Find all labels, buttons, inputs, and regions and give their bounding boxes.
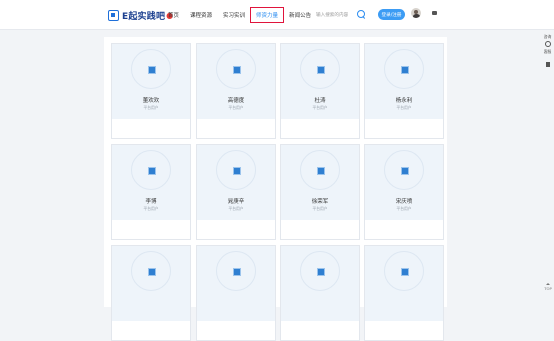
teacher-photo-frame xyxy=(300,251,340,291)
teacher-name: 晁庚辛 xyxy=(227,199,245,205)
image-placeholder-icon xyxy=(401,167,409,175)
nav-courses[interactable]: 课程资源 xyxy=(190,11,212,19)
image-placeholder-icon xyxy=(148,167,156,175)
teacher-card[interactable]: 董欢欢 平台用户 xyxy=(111,43,191,139)
image-placeholder-icon xyxy=(401,66,409,74)
teacher-photo-frame xyxy=(300,49,340,89)
image-placeholder-icon xyxy=(148,268,156,276)
teacher-photo-frame xyxy=(384,251,424,291)
teacher-grid-panel: 董欢欢 平台用户 高德度 平台用户 杜涛 平台用户 杨永利 平台用户 李博 平台… xyxy=(104,37,447,341)
nav-internship[interactable]: 实习实训 xyxy=(223,11,245,19)
teacher-card[interactable]: 宋庆喷 平台用户 xyxy=(364,144,444,240)
image-placeholder-icon xyxy=(317,268,325,276)
teacher-role: 平台用户 xyxy=(143,206,159,211)
main-nav: 首页 课程资源 实习实训 师资力量 新闻公告 xyxy=(168,0,322,29)
card-header: 董欢欢 平台用户 xyxy=(112,44,190,119)
card-header xyxy=(365,246,443,321)
nav-home[interactable]: 首页 xyxy=(168,11,179,19)
nav-teachers[interactable]: 师资力量 xyxy=(250,6,285,23)
teacher-role: 平台用户 xyxy=(228,105,244,110)
teacher-role: 平台用户 xyxy=(396,206,412,211)
logo-mark-icon xyxy=(108,9,119,21)
card-header: 高德度 平台用户 xyxy=(197,44,275,119)
card-header xyxy=(197,246,275,321)
teacher-photo-frame xyxy=(131,251,171,291)
teacher-card[interactable] xyxy=(364,245,444,341)
teacher-card[interactable] xyxy=(111,245,191,341)
teacher-card[interactable]: 杨永利 平台用户 xyxy=(364,43,444,139)
teacher-name: 高德度 xyxy=(227,98,245,104)
sidebar-service[interactable]: 客服 xyxy=(544,49,552,54)
card-header: 晁庚辛 平台用户 xyxy=(197,145,275,220)
bag-icon[interactable] xyxy=(432,11,437,15)
floating-sidebar: 咨询 客服 xyxy=(541,34,554,67)
teacher-photo-frame xyxy=(216,150,256,190)
login-register-button[interactable]: 登录/注册 xyxy=(378,9,405,20)
card-header: 杜涛 平台用户 xyxy=(281,44,359,119)
teacher-name: 董欢欢 xyxy=(142,98,160,104)
teacher-photo-frame xyxy=(216,49,256,89)
teacher-role: 平台用户 xyxy=(312,206,328,211)
nav-news[interactable]: 新闻公告 xyxy=(289,11,311,19)
avatar[interactable] xyxy=(411,8,421,18)
teacher-card[interactable]: 杜涛 平台用户 xyxy=(280,43,360,139)
search-icon[interactable] xyxy=(357,10,365,18)
image-placeholder-icon xyxy=(148,66,156,74)
image-placeholder-icon xyxy=(401,268,409,276)
teacher-name: 徐荣军 xyxy=(311,199,329,205)
image-placeholder-icon xyxy=(233,66,241,74)
card-header: 杨永利 平台用户 xyxy=(365,44,443,119)
image-placeholder-icon xyxy=(233,268,241,276)
teacher-role: 平台用户 xyxy=(396,105,412,110)
card-header xyxy=(281,246,359,321)
card-header: 宋庆喷 平台用户 xyxy=(365,145,443,220)
teacher-photo-frame xyxy=(131,49,171,89)
site-logo[interactable]: E起实践吧 ● xyxy=(108,7,173,23)
teacher-photo-frame xyxy=(384,150,424,190)
teacher-card[interactable]: 晁庚辛 平台用户 xyxy=(196,144,276,240)
sidebar-consult[interactable]: 咨询 xyxy=(544,34,552,39)
teacher-photo-frame xyxy=(384,49,424,89)
top-navigation-bar: E起实践吧 ● 首页 课程资源 实习实训 师资力量 新闻公告 输入搜索的内容 登… xyxy=(0,0,554,30)
logo-text: E起实践吧 xyxy=(122,11,166,22)
back-to-top-button[interactable]: TOP xyxy=(543,283,553,291)
image-placeholder-icon xyxy=(317,66,325,74)
teacher-photo-frame xyxy=(300,150,340,190)
teacher-role: 平台用户 xyxy=(228,206,244,211)
teacher-name: 杨永利 xyxy=(395,98,413,104)
teacher-card[interactable]: 高德度 平台用户 xyxy=(196,43,276,139)
search-input[interactable]: 输入搜索的内容 xyxy=(316,10,374,20)
teacher-photo-frame xyxy=(216,251,256,291)
teacher-name: 李博 xyxy=(145,199,157,205)
image-placeholder-icon xyxy=(233,167,241,175)
phone-icon[interactable] xyxy=(545,62,550,67)
teacher-card[interactable]: 徐荣军 平台用户 xyxy=(280,144,360,240)
teacher-name: 杜涛 xyxy=(314,98,326,104)
card-header: 李博 平台用户 xyxy=(112,145,190,220)
teacher-card[interactable]: 李博 平台用户 xyxy=(111,144,191,240)
card-header xyxy=(112,246,190,321)
headset-icon[interactable] xyxy=(544,41,551,47)
teacher-role: 平台用户 xyxy=(312,105,328,110)
image-placeholder-icon xyxy=(317,167,325,175)
teacher-photo-frame xyxy=(131,150,171,190)
teacher-card[interactable] xyxy=(280,245,360,341)
teacher-card[interactable] xyxy=(196,245,276,341)
card-header: 徐荣军 平台用户 xyxy=(281,145,359,220)
teacher-role: 平台用户 xyxy=(143,105,159,110)
teacher-name: 宋庆喷 xyxy=(395,199,413,205)
